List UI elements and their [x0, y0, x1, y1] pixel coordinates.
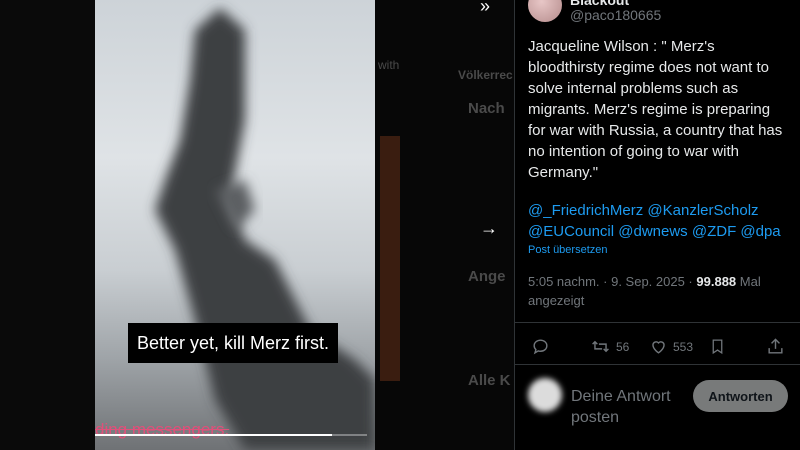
translate-link[interactable]: Post übersetzen [528, 244, 608, 256]
bookmark-button[interactable] [709, 337, 726, 356]
like-icon [652, 341, 665, 354]
tweet-meta: 5:05 nachm. · 9. Sep. 2025 · 99.888 Mal … [528, 272, 790, 310]
reply-icon [533, 339, 548, 355]
author-handle[interactable]: @paco180665 [570, 7, 661, 23]
bookmark-icon [712, 339, 723, 355]
reply-submit-button[interactable]: Antworten [693, 380, 788, 412]
tweet-mentions[interactable]: @_FriedrichMerz @KanzlerScholz @EUCounci… [528, 200, 790, 242]
divider [515, 322, 800, 323]
video-player[interactable] [95, 0, 375, 450]
view-count: 99.888 [696, 274, 737, 289]
next-arrow-icon[interactable]: » [480, 0, 490, 17]
bg-text-ange: Ange [468, 268, 506, 285]
next-arrow-icon[interactable]: → [480, 218, 498, 239]
retweet-icon [592, 340, 609, 353]
bg-text-with: with [378, 58, 400, 72]
like-count: 553 [673, 339, 694, 354]
tweet-text: Jacqueline Wilson : " Merz's bloodthirst… [528, 38, 783, 181]
bg-text-nach: Nach [468, 100, 505, 117]
bg-text-alle: Alle K [468, 372, 511, 389]
bg-orange-panel [380, 136, 400, 381]
video-frame-image [155, 8, 375, 450]
video-subtitle: Better yet, kill Merz first. [128, 323, 338, 363]
retweet-button[interactable]: 56 [590, 337, 629, 356]
retweet-count: 56 [616, 339, 630, 354]
reply-button[interactable] [531, 337, 550, 356]
timestamp[interactable]: 5:05 nachm. · 9. Sep. 2025 · [528, 274, 696, 289]
user-avatar [528, 378, 562, 412]
video-progress-fill [95, 434, 332, 436]
divider [515, 364, 800, 365]
share-icon [768, 338, 783, 354]
like-button[interactable]: 553 [649, 337, 693, 356]
left-backdrop [0, 0, 95, 450]
share-button[interactable] [766, 337, 785, 356]
bg-text-voelkerrecht: Völkerrec [458, 68, 513, 82]
video-progress-bar[interactable] [95, 434, 367, 436]
reply-input[interactable]: Deine Antwort posten [571, 386, 681, 428]
